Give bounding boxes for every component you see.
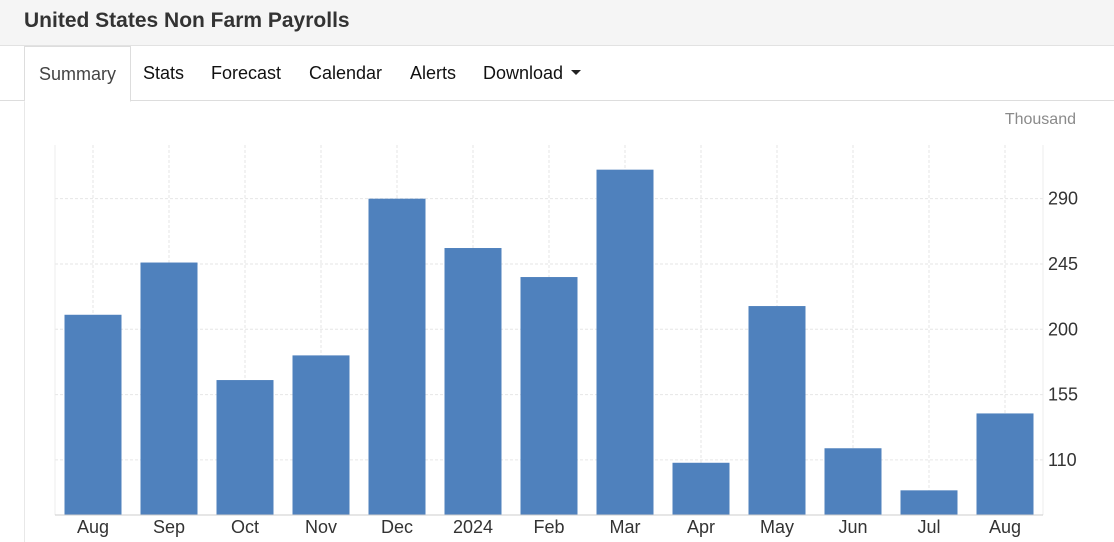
y-tick-label: 155 — [1048, 385, 1078, 405]
bar-6 — [520, 277, 578, 515]
x-tick-label: Feb — [533, 517, 564, 537]
x-tick-label: Jul — [917, 517, 940, 537]
bar-0 — [64, 314, 122, 515]
y-tick-label: 200 — [1048, 319, 1078, 339]
x-tick-label: Mar — [610, 517, 641, 537]
x-tick-label: 2024 — [453, 517, 493, 537]
bar-10 — [824, 448, 882, 515]
x-tick-label: Aug — [989, 517, 1021, 537]
tab-summary[interactable]: Summary — [24, 46, 131, 102]
bar-9 — [748, 306, 806, 515]
bar-7 — [596, 169, 654, 515]
bar-4 — [368, 198, 426, 515]
bar-3 — [292, 355, 350, 515]
y-tick-label: 290 — [1048, 189, 1078, 209]
y-tick-label: 245 — [1048, 254, 1078, 274]
x-tick-label: Oct — [231, 517, 259, 537]
bar-1 — [140, 262, 198, 515]
x-tick-label: Apr — [687, 517, 715, 537]
y-tick-label: 110 — [1048, 450, 1077, 470]
x-tick-label: Sep — [153, 517, 185, 537]
x-tick-label: May — [760, 517, 794, 537]
bar-8 — [672, 462, 730, 515]
bar-12 — [976, 413, 1034, 515]
bar-5 — [444, 248, 502, 516]
x-tick-label: Dec — [381, 517, 413, 537]
x-tick-label: Nov — [305, 517, 337, 537]
bar-2 — [216, 380, 274, 515]
tab-summary-label: Summary — [38, 64, 116, 84]
x-tick-label: Aug — [77, 517, 109, 537]
x-tick-label: Jun — [838, 517, 867, 537]
payrolls-bar-chart: Aug Sep Oct Nov Dec 2024 Feb Mar Apr May Jun Jul Aug… — [54, 145, 1078, 537]
bar-11 — [900, 490, 958, 515]
